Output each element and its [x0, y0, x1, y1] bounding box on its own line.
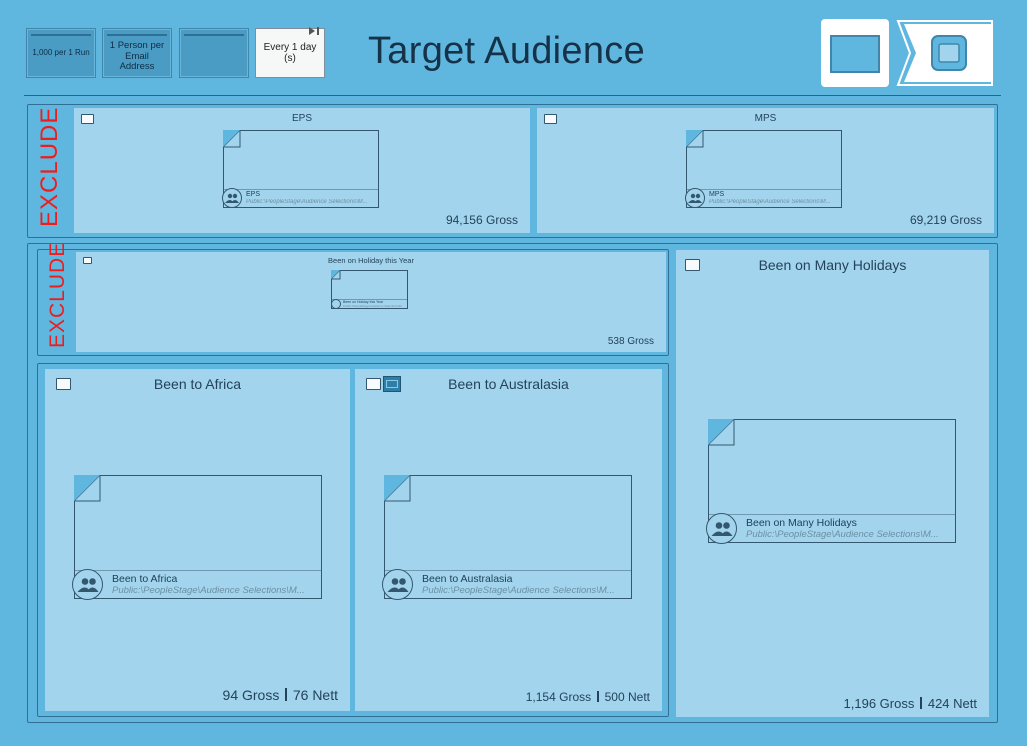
africa-panel[interactable]: Been to Africa Been to Africa Public:\Pe…: [45, 369, 350, 711]
mps-panel[interactable]: MPS MPS Public:\PeopleStage\Audience Sel…: [537, 108, 994, 233]
many-holidays-panel[interactable]: Been on Many Holidays Been on Many Holid…: [676, 250, 989, 717]
africa-nett: 76 Nett: [292, 687, 338, 703]
eps-title: EPS: [291, 113, 312, 124]
fold-corner-icon: [331, 270, 341, 280]
exclude-label-inner: EXCLUDE: [46, 241, 69, 348]
mps-title: MPS: [754, 113, 777, 124]
fold-corner-icon: [74, 475, 101, 502]
holiday-year-title: Been on Holiday this Year: [328, 256, 414, 265]
eps-card[interactable]: EPS Public:\PeopleStage\Audience Selecti…: [222, 130, 379, 208]
mps-gross: 69,219 Gross: [909, 213, 982, 227]
eps-card-name: EPS: [246, 191, 261, 198]
output-window-icon[interactable]: [821, 19, 889, 87]
australasia-nett: 500 Nett: [604, 690, 650, 704]
australasia-title: Been to Australasia: [448, 376, 569, 392]
many-holidays-title: Been on Many Holidays: [758, 257, 907, 273]
fold-corner-icon: [708, 419, 735, 446]
next-arrow-icon[interactable]: [896, 20, 995, 86]
limit-tile[interactable]: 1,000 per 1 Run: [26, 28, 96, 78]
africa-card[interactable]: Been to Africa Public:\PeopleStage\Audie…: [72, 475, 322, 600]
schedule-label: Every 1 day (s): [263, 41, 317, 65]
africa-card-path: Public:\PeopleStage\Audience Selections\…: [112, 585, 305, 596]
people-icon: [685, 188, 705, 208]
holiday-year-gross: 538 Gross: [607, 336, 654, 347]
play-icon: [309, 27, 315, 35]
dedupe-label: 1 Person per Email Address: [109, 39, 165, 73]
many-holidays-card-name: Been on Many Holidays: [746, 517, 857, 529]
africa-counts: 94 Gross 76 Nett: [223, 687, 338, 703]
australasia-card-name: Been to Australasia: [422, 573, 513, 585]
australasia-gross: 1,154 Gross: [525, 690, 592, 704]
australasia-counts: 1,154 Gross 500 Nett: [526, 690, 650, 704]
exclude-label-top: EXCLUDE: [36, 106, 63, 227]
blank-tile[interactable]: [179, 28, 249, 78]
many-holidays-card[interactable]: Been on Many Holidays Public:\PeopleStag…: [706, 419, 956, 544]
many-holidays-gross: 1,196 Gross: [843, 696, 915, 711]
mps-card-path: Public:\PeopleStage\Audience Selections\…: [709, 199, 831, 205]
limit-label: 1,000 per 1 Run: [32, 48, 90, 58]
people-icon: [706, 513, 737, 544]
australasia-panel[interactable]: Been to Australasia Been to Australasia …: [355, 369, 662, 711]
schedule-tile[interactable]: Every 1 day (s): [255, 27, 325, 78]
mps-card[interactable]: MPS Public:\PeopleStage\Audience Selecti…: [685, 130, 842, 208]
africa-card-name: Been to Africa: [112, 573, 178, 585]
holiday-year-card-path: Public:\PeopleStage\Audience Selections\…: [343, 304, 404, 308]
mps-card-name: MPS: [709, 191, 725, 198]
many-holidays-counts: 1,196 Gross 424 Nett: [844, 696, 977, 711]
eps-gross: 94,156 Gross: [445, 213, 518, 227]
africa-title: Been to Africa: [153, 376, 242, 392]
dedupe-tile[interactable]: 1 Person per Email Address: [102, 28, 172, 78]
holiday-year-panel[interactable]: Been on Holiday this Year Been on Holida…: [76, 252, 666, 352]
people-icon: [382, 569, 413, 600]
fold-corner-icon: [384, 475, 411, 502]
fold-corner-icon: [223, 130, 241, 148]
people-icon: [331, 299, 341, 309]
people-icon: [72, 569, 103, 600]
eps-panel[interactable]: EPS EPS Public:\PeopleStage\Audience Sel…: [74, 108, 530, 233]
page-title: Target Audience: [368, 30, 646, 72]
many-holidays-card-path: Public:\PeopleStage\Audience Selections\…: [746, 529, 939, 540]
holiday-year-card[interactable]: Been on Holiday this Year Public:\People…: [331, 270, 408, 309]
eps-card-path: Public:\PeopleStage\Audience Selections\…: [246, 199, 368, 205]
header-divider: [24, 95, 1001, 96]
africa-gross: 94 Gross: [222, 687, 280, 703]
fold-corner-icon: [686, 130, 704, 148]
stop-bar-icon: [317, 27, 319, 35]
australasia-card-path: Public:\PeopleStage\Audience Selections\…: [422, 585, 615, 596]
people-icon: [222, 188, 242, 208]
many-holidays-nett: 424 Nett: [927, 696, 977, 711]
australasia-card[interactable]: Been to Australasia Public:\PeopleStage\…: [382, 475, 632, 600]
